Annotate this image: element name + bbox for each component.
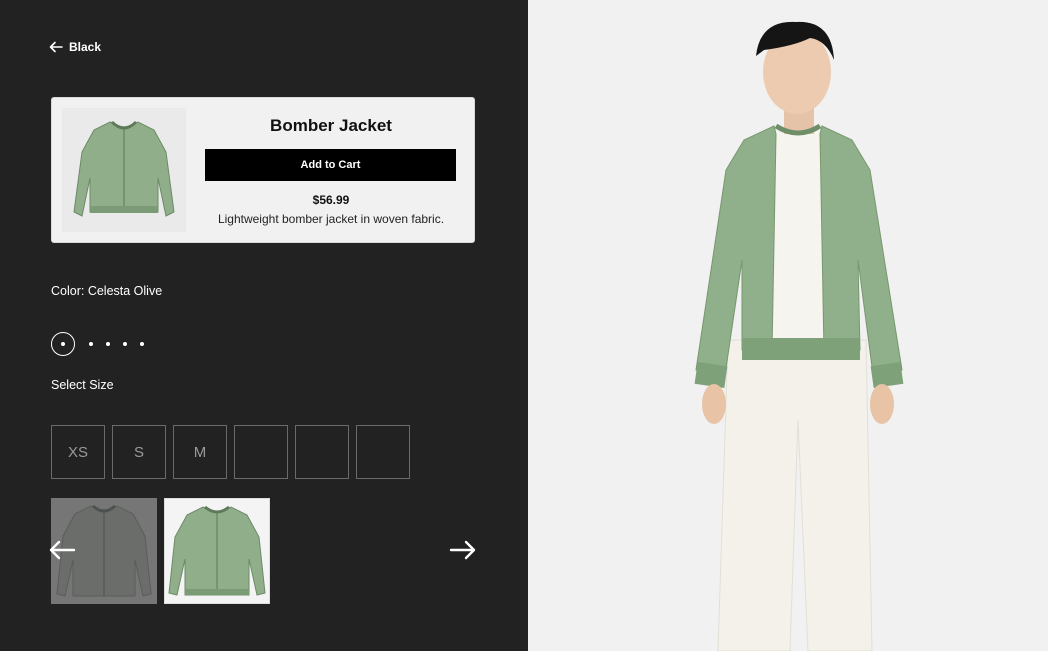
- color-swatch[interactable]: [140, 342, 144, 346]
- size-label: Select Size: [51, 378, 114, 392]
- arrow-left-icon: [49, 540, 76, 560]
- add-to-cart-button[interactable]: Add to Cart: [205, 149, 456, 181]
- product-price: $56.99: [312, 193, 350, 207]
- gallery-prev-button[interactable]: [48, 540, 76, 565]
- size-option-4[interactable]: [234, 425, 288, 479]
- color-swatch[interactable]: [89, 342, 93, 346]
- color-swatch[interactable]: [106, 342, 110, 346]
- product-card: Bomber Jacket Add to Cart $56.99 Lightwe…: [51, 97, 475, 243]
- product-description: Lightweight bomber jacket in woven fabri…: [217, 212, 445, 226]
- arrow-left-icon: [49, 41, 63, 53]
- color-label: Color: Celesta Olive: [51, 284, 163, 298]
- color-swatch[interactable]: [123, 342, 127, 346]
- back-link-label: Black: [69, 40, 102, 54]
- product-panel: Black Bomber Jacket Add to Cart $56.99 L…: [0, 0, 528, 651]
- size-option-5[interactable]: [295, 425, 349, 479]
- size-option-m[interactable]: M: [173, 425, 227, 479]
- back-link[interactable]: Black: [49, 40, 101, 54]
- gallery-next-button[interactable]: [449, 540, 477, 565]
- model-photo: [528, 0, 1048, 651]
- gallery-thumbnail-2[interactable]: [164, 498, 270, 604]
- size-option-6[interactable]: [356, 425, 410, 479]
- product-hero-image: [528, 0, 1048, 651]
- color-swatch-selected[interactable]: [51, 332, 75, 356]
- size-option-s[interactable]: S: [112, 425, 166, 479]
- size-options: XS S M: [51, 425, 410, 479]
- color-swatches: [51, 332, 144, 356]
- arrow-right-icon: [449, 540, 476, 560]
- size-option-xs[interactable]: XS: [51, 425, 105, 479]
- product-title: Bomber Jacket: [270, 116, 392, 135]
- product-card-image: [62, 108, 186, 232]
